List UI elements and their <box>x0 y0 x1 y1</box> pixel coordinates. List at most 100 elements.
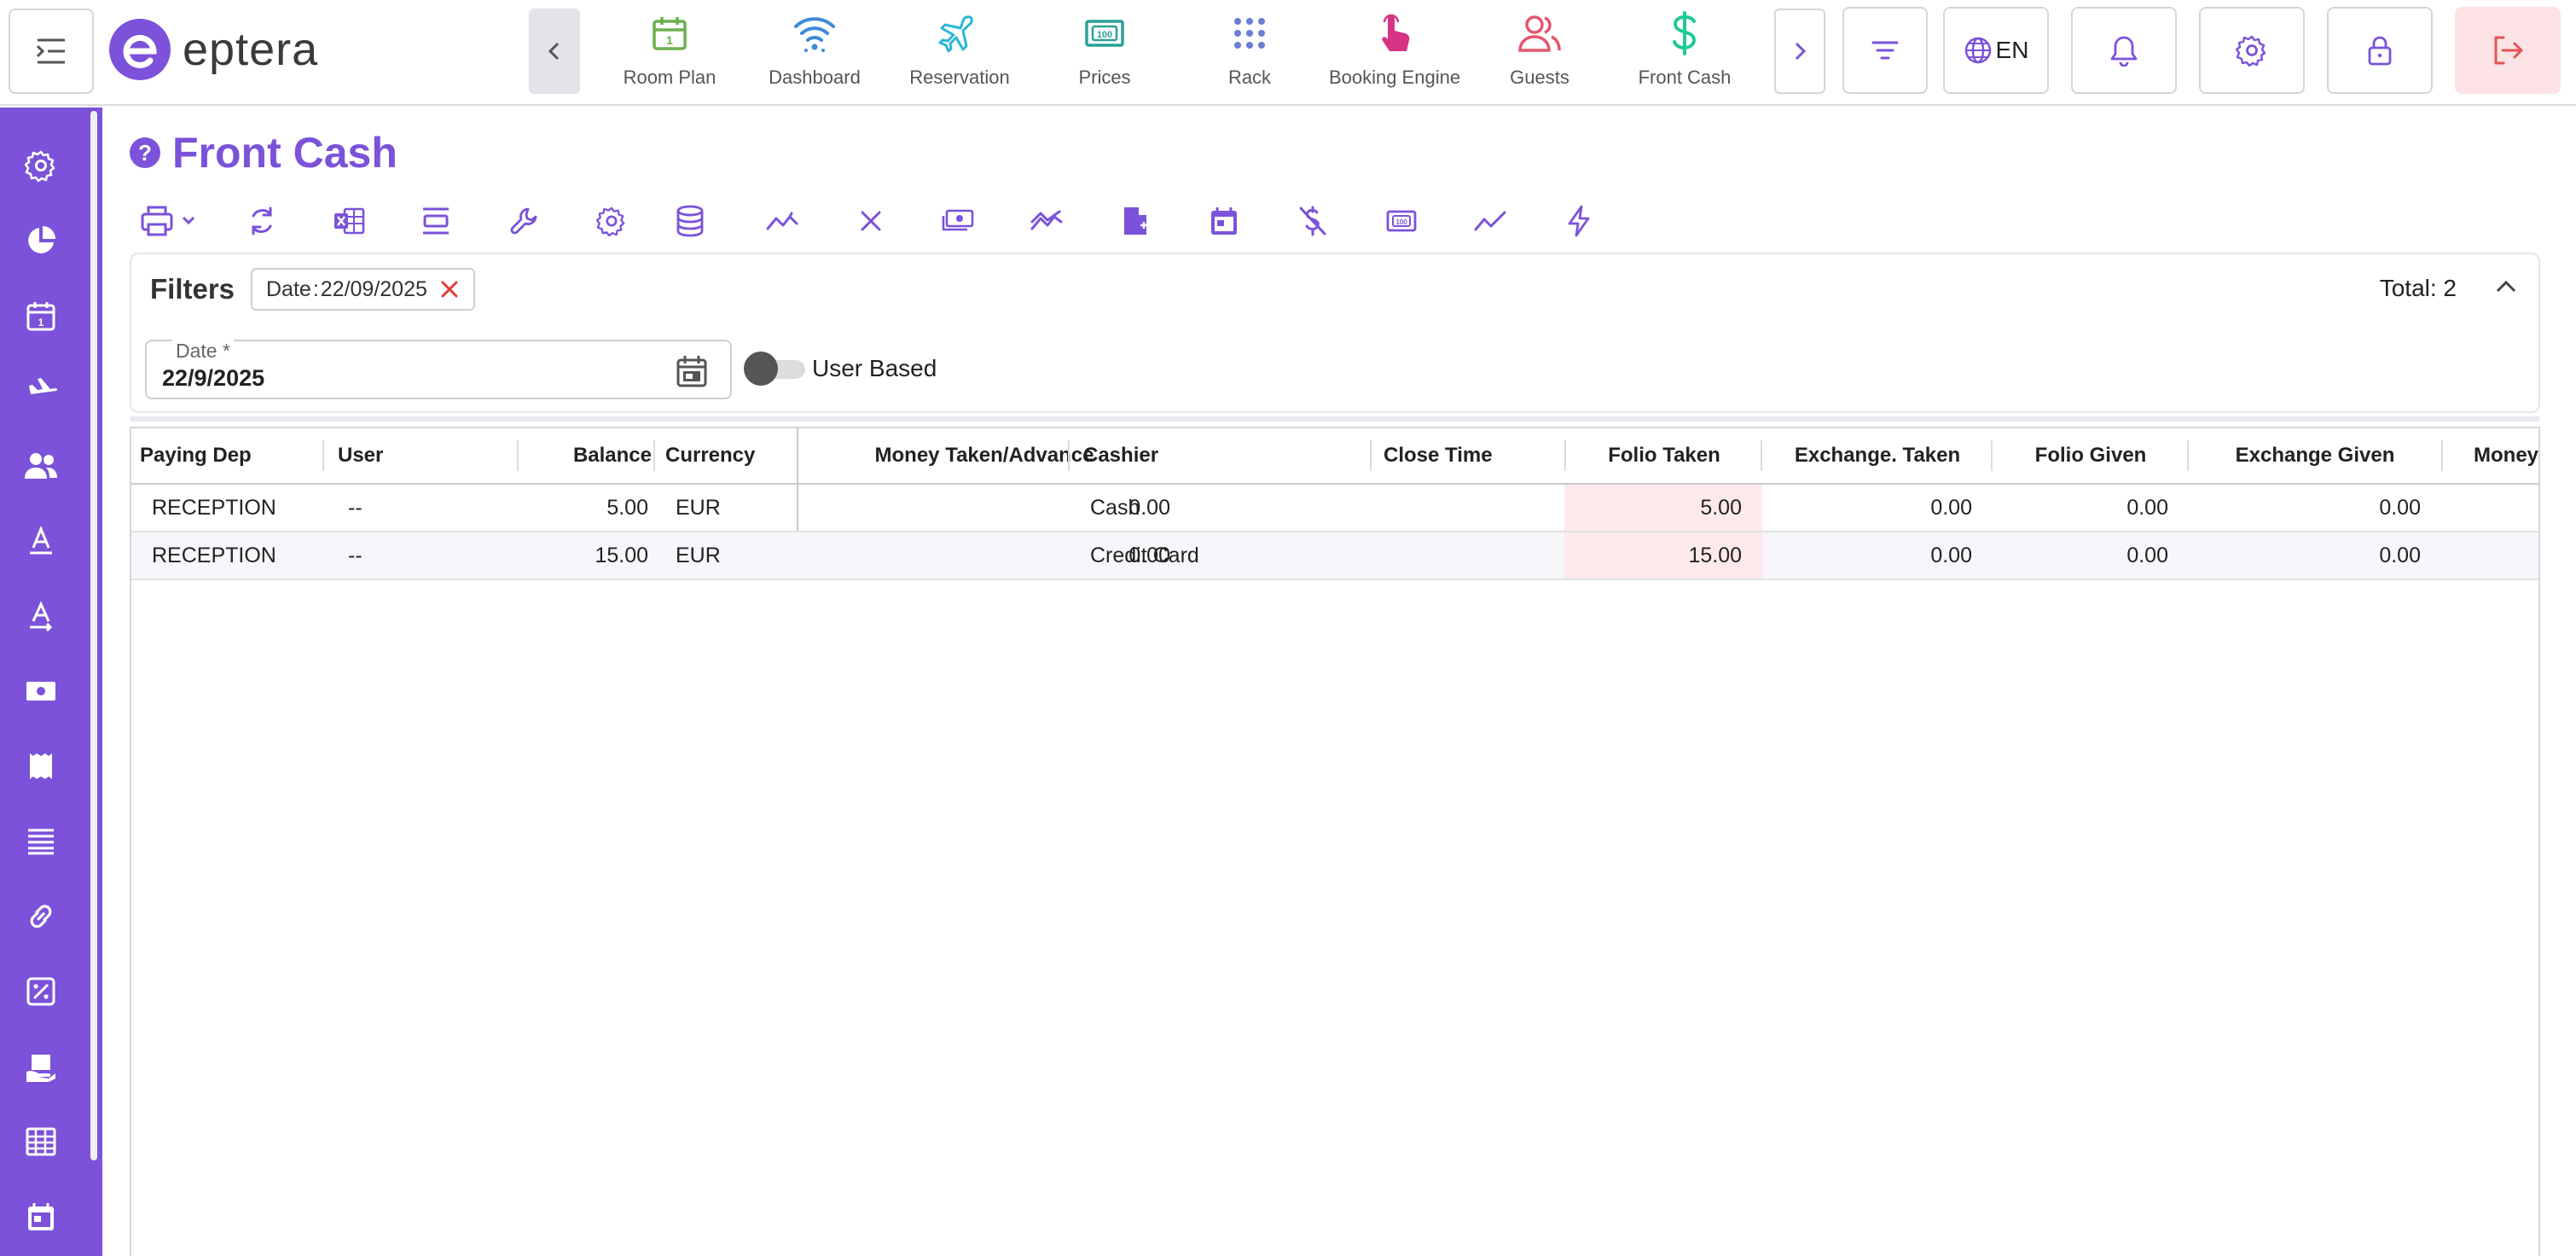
column-header[interactable]: Paying Dep <box>131 428 260 483</box>
sidebar-item-table[interactable] <box>19 1119 63 1164</box>
nav-rack[interactable]: Rack <box>1177 0 1322 106</box>
refresh-button[interactable] <box>239 198 285 244</box>
column-header[interactable]: Money <box>2465 428 2538 483</box>
nav-prices[interactable]: 100 Prices <box>1032 0 1177 106</box>
user-based-label: User Based <box>812 355 937 381</box>
column-separator[interactable] <box>2441 440 2443 471</box>
database-button[interactable] <box>667 198 713 244</box>
sidebar-item-links[interactable] <box>19 894 63 939</box>
svg-text:100: 100 <box>1097 30 1112 40</box>
svg-text:1: 1 <box>666 33 673 47</box>
column-separator[interactable] <box>517 440 519 471</box>
line-chart-icon <box>1474 211 1506 231</box>
table-row[interactable]: RECEPTION -- 15.00 EUR 0.00 Credit Card … <box>131 532 2538 580</box>
no-money-button[interactable] <box>1290 198 1336 244</box>
logout-button[interactable] <box>2455 7 2561 94</box>
plane-landing-icon <box>26 378 58 403</box>
calendar-picker-icon[interactable] <box>672 352 711 391</box>
column-separator[interactable] <box>1068 440 1070 471</box>
trend-up-button[interactable] <box>1024 198 1070 244</box>
sidebar-item-guests[interactable] <box>19 444 63 488</box>
sidebar-item-settings[interactable] <box>19 143 63 188</box>
sidebar-item-text-b[interactable] <box>19 594 63 638</box>
text-underline-icon <box>30 526 52 555</box>
language-label: EN <box>1995 37 2029 63</box>
nav-next-button[interactable] <box>1774 9 1825 94</box>
page-header: ? Front Cash <box>130 128 397 177</box>
column-header[interactable]: Currency <box>657 428 763 483</box>
calendar-button[interactable] <box>1201 198 1247 244</box>
column-separator[interactable] <box>1370 440 1372 471</box>
new-document-button[interactable] <box>1112 198 1158 244</box>
link-icon <box>30 904 52 928</box>
nav-reservation[interactable]: Reservation <box>887 0 1032 106</box>
sidebar-item-text-a[interactable] <box>19 519 63 563</box>
menu-toggle-button[interactable] <box>9 9 94 94</box>
sidebar-item-receipt[interactable] <box>19 744 63 788</box>
sidebar-item-schedule[interactable] <box>19 1195 63 1239</box>
nav-booking-engine[interactable]: Booking Engine <box>1322 0 1467 106</box>
align-button[interactable] <box>413 198 459 244</box>
sidebar-item-arrivals[interactable] <box>19 369 63 413</box>
lightning-icon <box>1568 205 1590 237</box>
logout-icon <box>2494 36 2523 65</box>
table-row[interactable]: RECEPTION -- 5.00 EUR 0.00 Cash 5.00 0.0… <box>131 485 2538 532</box>
collapse-filters-button[interactable] <box>2489 270 2523 304</box>
date-field-label: Date * <box>172 340 234 363</box>
language-button[interactable]: EN <box>1943 7 2049 94</box>
column-separator[interactable] <box>322 440 324 471</box>
trend-down-button[interactable] <box>759 198 805 244</box>
nav-guests[interactable]: Guests <box>1467 0 1612 106</box>
calendar-icon <box>28 1203 54 1230</box>
column-header[interactable]: Close Time <box>1375 428 1501 483</box>
excel-export-button[interactable] <box>326 198 372 244</box>
column-header[interactable]: Exchange Given <box>2189 428 2441 483</box>
cell-user: -- <box>348 544 363 567</box>
flash-button[interactable] <box>1556 198 1602 244</box>
column-header[interactable]: Balance <box>532 428 660 483</box>
close-day-button[interactable] <box>848 198 894 244</box>
sidebar-item-cash[interactable] <box>19 669 63 713</box>
sidebar-item-calendar[interactable]: 1 <box>19 294 63 338</box>
settings-button[interactable] <box>2199 7 2305 94</box>
column-header[interactable]: Cashier <box>1075 428 1167 483</box>
settings-tool-button[interactable] <box>589 198 635 244</box>
print-menu-button[interactable] <box>136 198 205 244</box>
tools-button[interactable] <box>502 198 548 244</box>
chevron-left-icon <box>548 42 560 61</box>
sidebar-item-guidebook[interactable] <box>19 1044 63 1089</box>
database-icon <box>676 205 704 237</box>
notifications-button[interactable] <box>2071 7 2177 94</box>
sidebar-scrollbar[interactable] <box>90 111 97 1160</box>
filter-button[interactable] <box>1842 7 1928 94</box>
date-field-value[interactable]: 22/9/2025 <box>162 365 264 392</box>
table-grid-icon <box>26 1127 56 1156</box>
chip-remove-icon[interactable] <box>439 279 460 299</box>
column-separator[interactable] <box>653 440 655 471</box>
user-based-toggle[interactable] <box>744 352 807 386</box>
chart-line-button[interactable] <box>1467 198 1513 244</box>
nav-label: Dashboard <box>769 67 861 88</box>
date-filter-chip[interactable]: Date : 22/09/2025 <box>251 268 475 311</box>
nav-room-plan[interactable]: 1 Room Plan <box>597 0 742 106</box>
cell-paying-dep: RECEPTION <box>152 496 276 520</box>
sidebar-item-list[interactable] <box>19 819 63 864</box>
help-icon[interactable]: ? <box>130 137 160 168</box>
menu-expand-icon <box>36 38 65 64</box>
nav-dashboard[interactable]: Dashboard <box>742 0 887 106</box>
filter-lines-icon <box>1871 41 1899 60</box>
cash-payment-button[interactable] <box>935 198 981 244</box>
nav-prev-button[interactable] <box>529 9 580 94</box>
sidebar-item-reports[interactable] <box>19 218 63 263</box>
column-header[interactable]: Exchange. Taken <box>1762 428 1993 483</box>
sidebar-item-discounts[interactable] <box>19 969 63 1014</box>
lock-button[interactable] <box>2327 7 2433 94</box>
align-center-icon <box>423 207 449 235</box>
gear-icon <box>25 150 55 182</box>
column-header[interactable]: User <box>329 428 392 483</box>
currency-button[interactable]: 100 <box>1378 198 1424 244</box>
column-header[interactable]: Folio Given <box>1993 428 2189 483</box>
column-header[interactable]: Folio Taken <box>1566 428 1762 483</box>
nav-front-cash[interactable]: Front Cash <box>1612 0 1757 106</box>
date-field[interactable]: Date * 22/9/2025 <box>145 340 732 399</box>
